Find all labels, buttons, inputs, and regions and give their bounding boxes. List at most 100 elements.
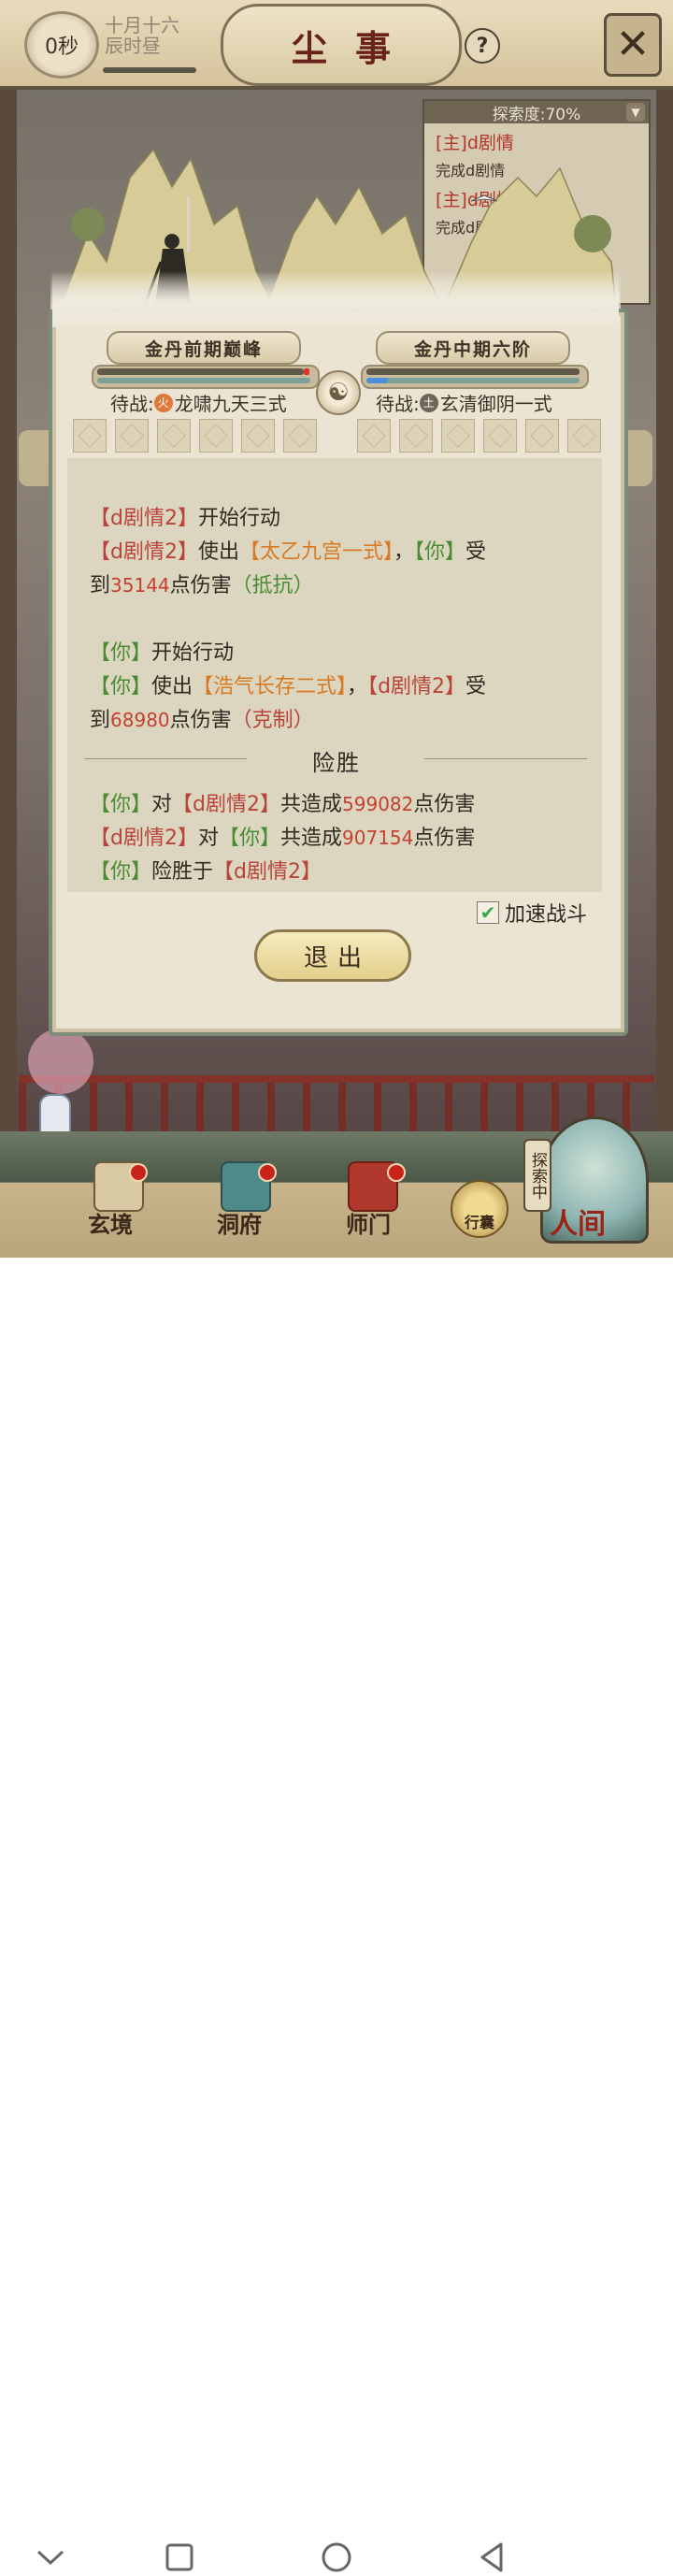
enemy-status-bars [361,365,589,389]
enemy-mp-bar [366,378,388,383]
title-plaque: 尘事 [221,4,462,86]
player-name: 【你】 [414,540,466,564]
log-text: 对 [197,827,219,850]
timer-badge: 0秒 [24,11,99,79]
enemy-buff-slots [357,419,601,453]
log-text: ， [347,675,368,698]
log-text: 点伤害 [169,574,232,597]
exit-button[interactable]: 退出 [254,929,411,982]
skill-name: 【浩气长存二式】 [193,675,348,698]
background-pillar [656,84,673,1131]
counter-tag: （克制） [231,709,314,732]
blossom-decoration [28,1029,93,1094]
background-pillar [0,84,17,1131]
player-name: 【你】 [218,827,280,850]
back-icon[interactable] [473,2539,510,2576]
player-realm-plate: 金丹前期巅峰 [107,331,301,365]
crane-icon [470,194,498,202]
nav-dongfu[interactable]: 洞府 [217,1206,262,1239]
nav-xuanjing[interactable]: 玄境 [88,1206,133,1239]
log-text: 险胜于 [151,860,214,884]
log-text: 开始行动 [151,641,235,665]
damage-value: 599082 [342,793,414,815]
log-line: 【你】使出【浩气长存二式】，【d剧情2】受 [90,669,486,699]
player-hp-loss [304,368,309,375]
buff-slot [157,419,191,453]
nav-shimen[interactable]: 师门 [346,1206,391,1239]
summary-line: 【d剧情2】对【你】共造成907154点伤害 [90,821,475,851]
log-line: 【你】开始行动 [90,636,234,666]
earth-element-icon: 土 [419,393,438,412]
log-text: 到 [90,574,111,597]
speed-up-label: 加速战斗 [505,903,588,927]
close-icon: ✕ [615,21,651,68]
bag-button[interactable]: 行囊 [451,1180,508,1238]
speed-up-toggle[interactable]: ✔ 加速战斗 [477,898,587,928]
result-title: 险胜 [312,750,361,776]
player-hp-bar [97,368,304,375]
enemy-name: 【d剧情2】 [213,860,322,884]
speed-up-checkbox[interactable]: ✔ [477,901,499,924]
buff-slot [241,419,275,453]
mist-overlay [52,271,619,327]
enemy-name: 【d剧情2】 [90,507,198,530]
log-line: 到68980点伤害（克制） [90,703,314,733]
enemy-realm-plate: 金丹中期六阶 [376,331,570,365]
enemy-name: 【d剧情2】 [90,827,198,850]
damage-value: 68980 [110,709,170,731]
enemy-mp-track [366,378,580,383]
chevron-down-icon[interactable] [32,2539,69,2576]
chevron-down-icon[interactable]: ▼ [626,103,645,122]
buff-slot [483,419,517,453]
log-text: 使出 [151,675,193,698]
log-text: 对 [151,793,173,816]
page-title: 尘事 [291,26,419,69]
log-text: 共造成 [280,793,343,816]
summary-line: 【你】对【d剧情2】共造成599082点伤害 [90,787,475,817]
notification-dot [258,1163,277,1182]
player-name: 【你】 [90,641,152,665]
buff-slot [525,419,559,453]
top-header: 0秒 十月十六 辰时昼 尘事 ? ✕ [0,0,673,90]
game-screen: 0秒 十月十六 辰时昼 尘事 ? ✕ 探索度:70% ▼ [主]d剧情 完成d剧… [0,0,673,1258]
skill-name: 【太乙九宫一式】 [238,540,394,564]
notification-dot [129,1163,148,1182]
world-label[interactable]: 人间 [550,1201,606,1242]
exploration-header[interactable]: 探索度:70% ▼ [424,101,649,124]
exploration-progress: 探索度:70% [492,105,581,124]
enemy-name: 【d剧情2】 [172,793,280,816]
log-text: 使出 [197,540,239,564]
recents-icon[interactable] [161,2539,198,2576]
exploring-badge: 探索中 [523,1139,551,1212]
game-date: 十月十六 辰时昼 [105,15,179,56]
log-text: 到 [90,709,111,732]
help-button[interactable]: ? [465,28,500,64]
railing-decoration [19,1075,654,1139]
player-mp-track [97,378,310,383]
log-line: 到35144点伤害（抵抗） [90,568,314,598]
buff-slot [567,419,601,453]
time-line: 辰时昼 [105,35,161,57]
player-standby: 待战: 火 龙啸九天三式 [110,389,287,416]
player-name: 【你】 [90,675,152,698]
buff-slot [199,419,233,453]
close-button[interactable]: ✕ [604,13,662,77]
damage-value: 907154 [342,827,414,849]
enemy-standby: 待战: 土 玄清御阴一式 [376,389,552,416]
buff-slot [283,419,317,453]
home-icon[interactable] [318,2539,355,2576]
player-name: 【你】 [90,793,152,816]
standby-label: 待战: [110,393,154,415]
log-text: 点伤害 [413,827,476,850]
log-text: 受 [465,675,487,698]
summary-line: 【你】险胜于【d剧情2】 [90,855,322,885]
standby-skill: 玄清御阴一式 [439,393,552,415]
buff-slot [399,419,433,453]
buff-slot [115,419,149,453]
log-text: 点伤害 [413,793,476,816]
player-buff-slots [73,419,317,453]
log-line: 【d剧情2】使出【太乙九宫一式】，【你】受 [90,535,486,565]
bag-label: 行囊 [464,1214,494,1231]
log-text: 受 [465,540,487,564]
log-text: 共造成 [280,827,343,850]
